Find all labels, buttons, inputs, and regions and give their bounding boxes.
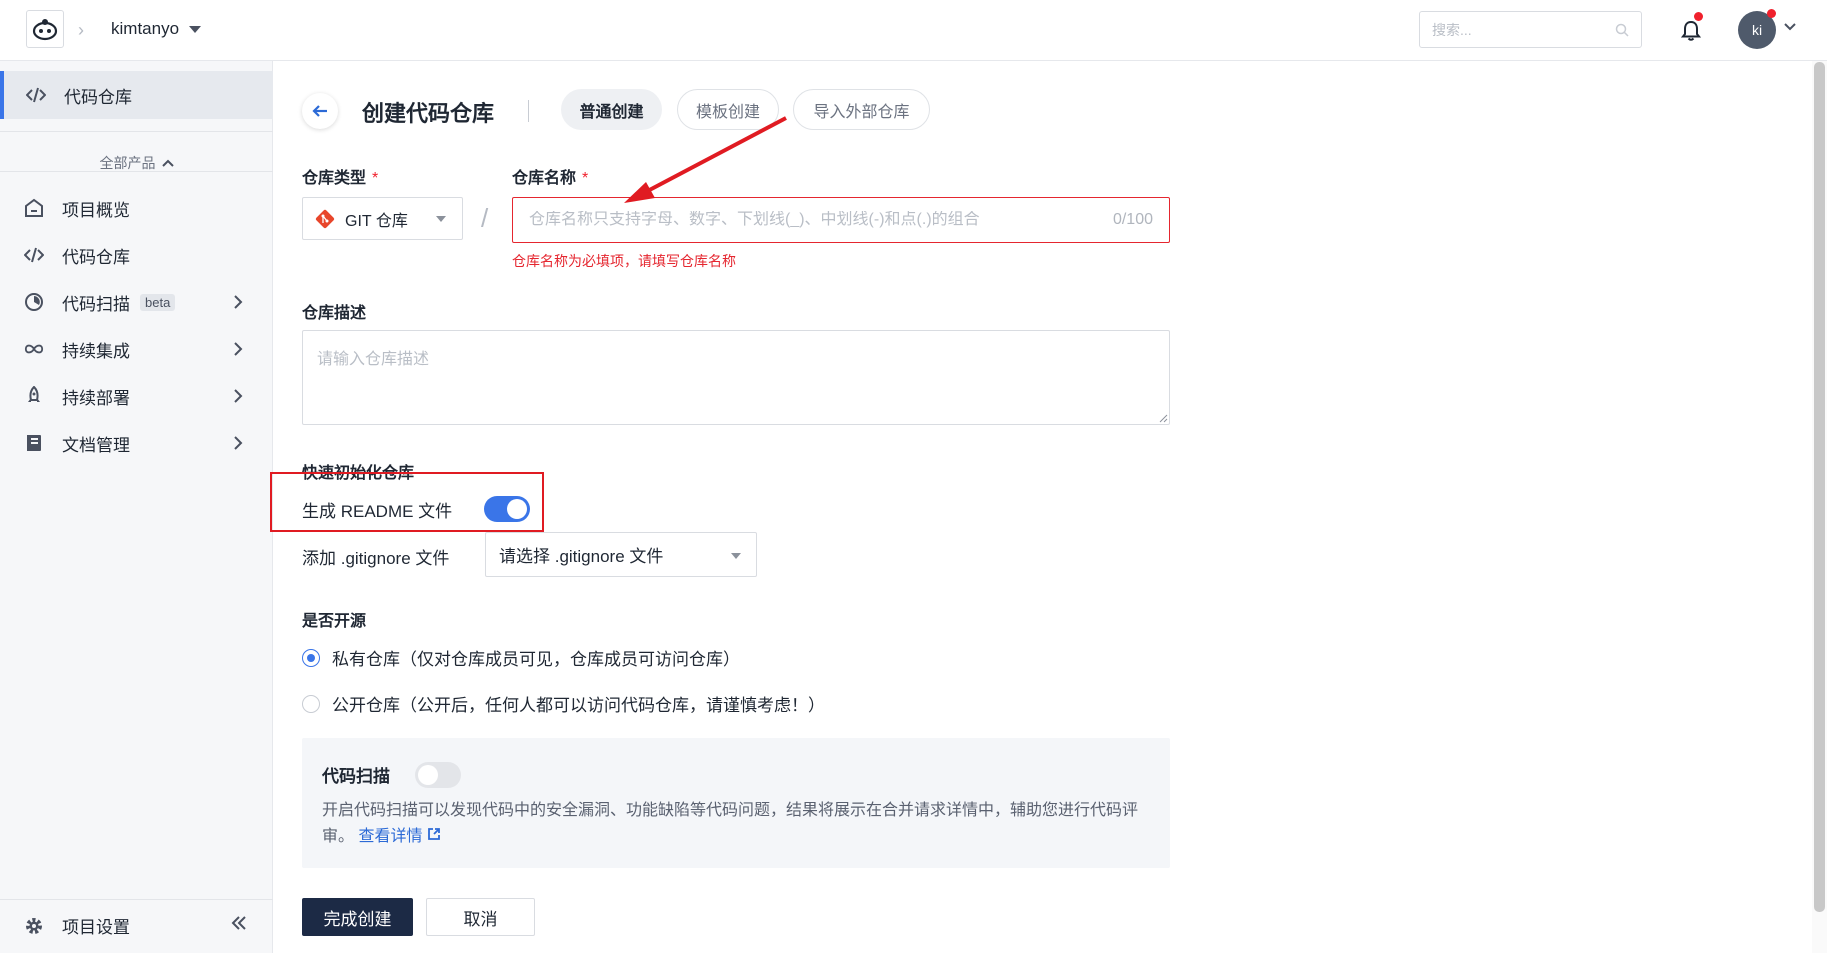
radio-button[interactable]: [302, 694, 320, 713]
divider: [0, 131, 273, 132]
notification-dot: [1694, 12, 1703, 21]
annotation-highlight-box: [270, 472, 544, 532]
sidebar-item-label: 代码仓库: [64, 87, 132, 107]
team-name: kimtanyo: [111, 19, 180, 38]
radio-private[interactable]: 私有仓库（仅对仓库成员可见，仓库成员可访问仓库）: [302, 645, 740, 670]
repo-name-input[interactable]: [529, 211, 1113, 229]
repo-type-select[interactable]: GIT 仓库: [302, 197, 463, 240]
chevron-right-icon: [234, 389, 243, 403]
tab-template-create[interactable]: 模板创建: [677, 89, 779, 130]
logo[interactable]: [26, 10, 64, 48]
sidebar-item-label: 代码仓库: [62, 247, 130, 267]
sidebar-item-label: 项目概览: [62, 200, 130, 220]
radio-public[interactable]: 公开仓库（公开后，任何人都可以访问代码仓库，请谨慎考虑！）: [302, 691, 825, 716]
radio-label: 公开仓库（公开后，任何人都可以访问代码仓库，请谨慎考虑！）: [332, 696, 825, 715]
char-counter: 0/100: [1112, 211, 1153, 228]
caret-down-icon: [436, 216, 446, 222]
radio-button[interactable]: [302, 648, 320, 667]
document-icon: [24, 433, 44, 453]
sidebar: 代码仓库 全部产品 项目概览 代码仓库 代码扫描 beta 持续集成 持续部署 …: [0, 61, 273, 953]
top-bar: › kimtanyo ki: [0, 0, 1827, 61]
sidebar-item-label: 持续部署: [62, 388, 130, 408]
repo-type-value: GIT 仓库: [345, 212, 408, 230]
sidebar-item-label: 持续集成: [62, 341, 130, 361]
avatar[interactable]: ki: [1738, 9, 1776, 49]
repo-desc-input[interactable]: [302, 330, 1170, 425]
team-switcher[interactable]: kimtanyo: [111, 19, 202, 39]
repo-desc-label: 仓库描述: [302, 305, 367, 322]
sidebar-item-overview[interactable]: 项目概览: [0, 188, 273, 228]
gear-icon: [24, 916, 44, 936]
beta-badge: beta: [140, 293, 176, 311]
code-scan-desc: 开启代码扫描可以发现代码中的安全漏洞、功能缺陷等代码问题，结果将展示在合并请求详…: [322, 802, 1139, 845]
divider: [0, 171, 273, 172]
sidebar-item-repo[interactable]: 代码仓库: [0, 235, 273, 275]
page-title: 创建代码仓库: [362, 101, 495, 126]
arrow-left-icon: [312, 105, 327, 117]
sidebar-item-cd[interactable]: 持续部署: [0, 376, 273, 416]
sidebar-item-active-repo[interactable]: 代码仓库: [0, 71, 273, 119]
scan-icon: [24, 292, 44, 312]
infinity-icon: [24, 339, 44, 359]
sidebar-item-scan[interactable]: 代码扫描 beta: [0, 282, 273, 322]
sidebar-item-settings[interactable]: 项目设置: [0, 899, 273, 951]
chevron-right-icon: [234, 342, 243, 356]
gitignore-label: 添加 .gitignore 文件: [302, 549, 450, 568]
required-mark: *: [372, 170, 379, 187]
repo-name-error: 仓库名称为必填项，请填写仓库名称: [512, 253, 736, 269]
chevron-right-icon: [234, 436, 243, 450]
chevron-right-icon: [234, 295, 243, 309]
external-link-icon: [428, 828, 440, 840]
all-products-label: 全部产品: [99, 155, 156, 171]
back-button[interactable]: [302, 93, 338, 129]
coding-logo-icon: [32, 19, 58, 41]
submit-button[interactable]: 完成创建: [302, 898, 413, 936]
tab-normal-create[interactable]: 普通创建: [561, 89, 662, 130]
sidebar-item-label: 文档管理: [62, 435, 130, 455]
avatar-initials: ki: [1751, 22, 1763, 38]
sidebar-item-label: 代码扫描: [62, 294, 130, 314]
code-icon: [24, 245, 44, 265]
code-icon: [26, 85, 46, 105]
code-scan-title: 代码扫描: [322, 767, 390, 786]
search-box[interactable]: [1419, 11, 1642, 48]
gitignore-select[interactable]: 请选择 .gitignore 文件: [485, 532, 757, 577]
scrollbar-thumb[interactable]: [1814, 62, 1825, 912]
collapse-sidebar-icon[interactable]: [231, 916, 247, 930]
cancel-button[interactable]: 取消: [426, 898, 535, 936]
avatar-dot: [1767, 9, 1776, 18]
gitignore-placeholder: 请选择 .gitignore 文件: [499, 547, 664, 566]
search-icon: [1615, 23, 1629, 37]
path-separator: /: [481, 203, 489, 233]
repo-name-label: 仓库名称 *: [512, 170, 589, 187]
notification-button[interactable]: [1677, 12, 1705, 44]
search-input[interactable]: [1432, 21, 1615, 38]
rocket-icon: [24, 386, 44, 406]
repo-type-label: 仓库类型 *: [302, 170, 379, 187]
resize-handle-icon[interactable]: [1158, 413, 1168, 423]
tab-import-external[interactable]: 导入外部仓库: [793, 89, 930, 130]
all-products-toggle[interactable]: 全部产品: [0, 141, 273, 185]
required-mark: *: [582, 170, 589, 187]
code-scan-panel: 代码扫描 开启代码扫描可以发现代码中的安全漏洞、功能缺陷等代码问题，结果将展示在…: [302, 738, 1170, 868]
visibility-label: 是否开源: [302, 613, 367, 630]
home-icon: [24, 198, 44, 218]
sidebar-item-label: 项目设置: [62, 918, 130, 937]
code-scan-toggle[interactable]: [415, 762, 461, 788]
chevron-up-icon: [161, 159, 174, 167]
repo-name-field[interactable]: 0/100: [512, 197, 1170, 243]
view-details-link[interactable]: 查看详情: [358, 828, 440, 845]
chevron-right-icon: ›: [78, 20, 84, 40]
divider: [528, 100, 529, 122]
caret-down-icon: [189, 25, 202, 33]
chevron-down-icon[interactable]: [1784, 22, 1796, 32]
sidebar-item-docs[interactable]: 文档管理: [0, 423, 273, 463]
radio-label: 私有仓库（仅对仓库成员可见，仓库成员可访问仓库）: [332, 650, 740, 669]
git-icon: [315, 209, 335, 228]
sidebar-item-ci[interactable]: 持续集成: [0, 329, 273, 369]
caret-down-icon: [731, 553, 741, 559]
